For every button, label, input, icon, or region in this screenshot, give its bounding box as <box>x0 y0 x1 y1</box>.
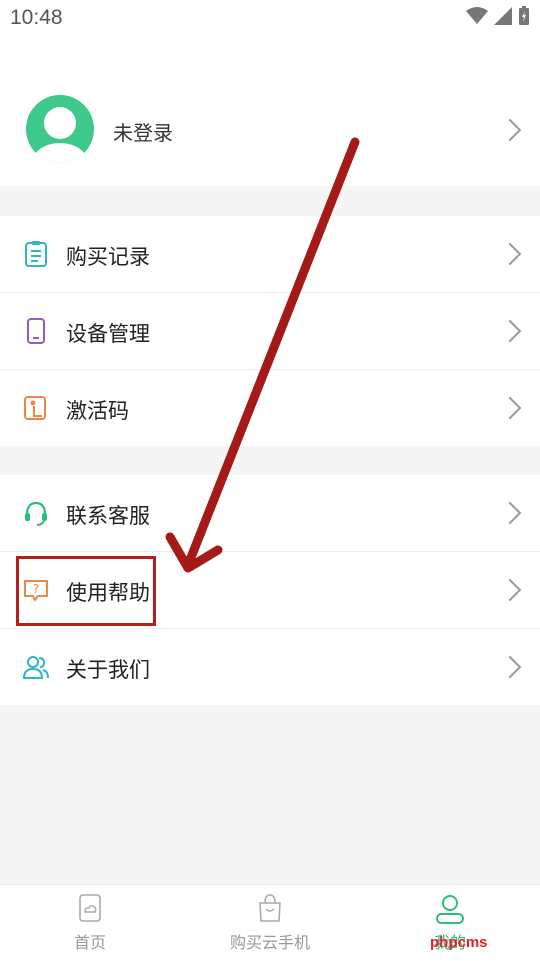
chevron-right-icon <box>498 242 522 266</box>
profile-icon <box>436 895 464 924</box>
profile-header[interactable]: 未登录 <box>0 38 540 186</box>
tab-home[interactable]: 首页 <box>0 885 180 961</box>
home-cloud-icon <box>79 894 101 922</box>
login-status: 未登录 <box>113 121 173 145</box>
menu-item-label: 设备管理 <box>66 322 150 346</box>
status-time: 10:48 <box>10 6 63 29</box>
clipboard-icon <box>25 241 47 267</box>
shopping-bag-icon <box>259 894 281 922</box>
wifi-icon <box>466 7 488 24</box>
menu-item-label: 购买记录 <box>66 245 150 269</box>
tab-label: 首页 <box>73 933 106 952</box>
status-bar: 10:48 <box>0 0 540 38</box>
chevron-right-icon <box>498 396 522 420</box>
menu-group-account: 购买记录 设备管理 激活码 <box>0 216 540 446</box>
chevron-right-icon <box>498 118 522 142</box>
users-icon <box>22 656 49 679</box>
menu-item-label: 联系客服 <box>66 504 150 528</box>
menu-item-device-management[interactable]: 设备管理 <box>0 293 540 370</box>
activation-code-icon <box>24 396 46 420</box>
battery-icon <box>519 6 529 25</box>
menu-item-label: 关于我们 <box>66 658 150 682</box>
watermark: phpcms <box>430 934 488 951</box>
chevron-right-icon <box>498 578 522 602</box>
chevron-right-icon <box>498 655 522 679</box>
tab-buy-cloud-phone[interactable]: 购买云手机 <box>180 885 360 961</box>
menu-item-label: 激活码 <box>66 399 129 423</box>
menu-item-contact-support[interactable]: 联系客服 <box>0 475 540 552</box>
menu-item-activation-code[interactable]: 激活码 <box>0 370 540 446</box>
phone-device-icon <box>27 318 45 344</box>
signal-icon <box>494 7 512 25</box>
headset-icon <box>25 501 47 526</box>
chevron-right-icon <box>498 501 522 525</box>
system-icons <box>466 6 530 26</box>
chevron-right-icon <box>498 319 522 343</box>
annotation-highlight-box <box>16 556 156 626</box>
menu-item-purchase-records[interactable]: 购买记录 <box>0 216 540 293</box>
avatar <box>26 95 94 163</box>
menu-item-about-us[interactable]: 关于我们 <box>0 629 540 705</box>
tab-label: 购买云手机 <box>229 933 310 952</box>
